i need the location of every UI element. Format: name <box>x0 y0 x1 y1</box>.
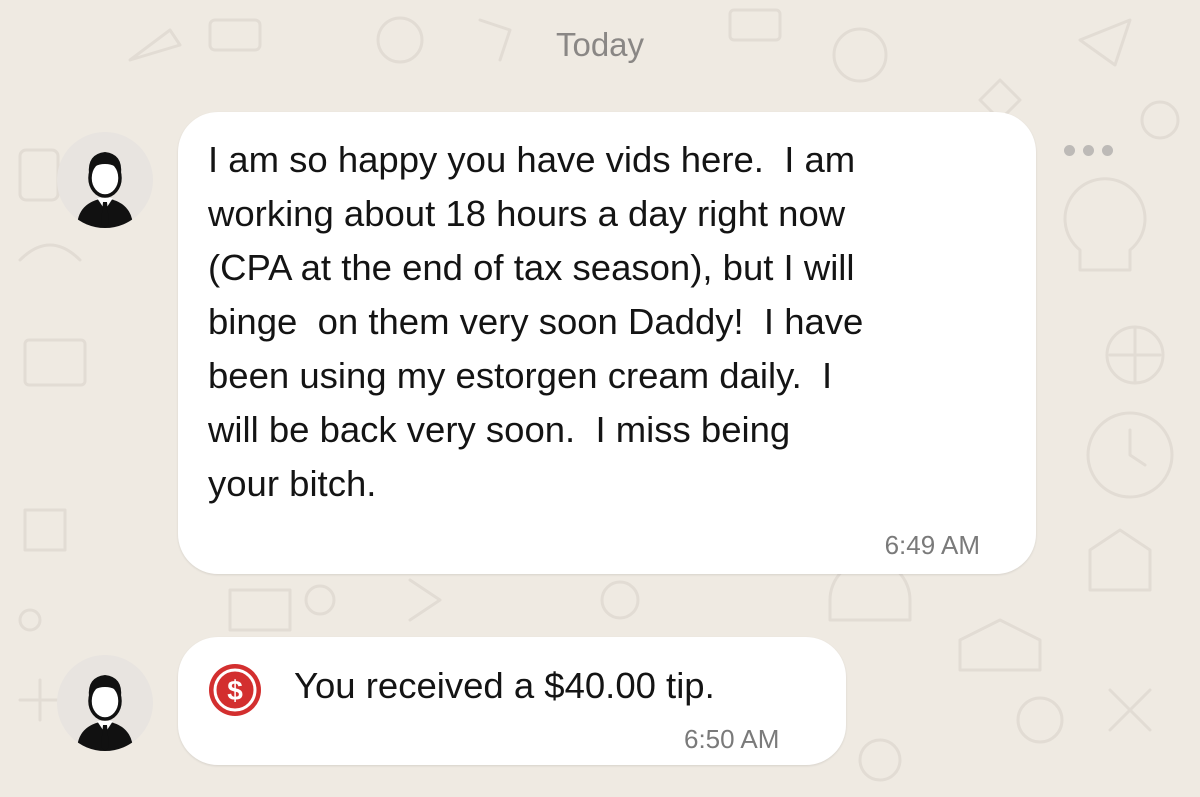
dollar-circle-icon: $ <box>207 662 263 718</box>
message-text: I am so happy you have vids here. I am w… <box>208 139 864 504</box>
message-timestamp: 6:50 AM <box>684 724 780 754</box>
tip-message-text: You received a $40.00 tip. <box>294 665 715 706</box>
message-bubble[interactable]: I am so happy you have vids here. I am w… <box>178 112 1036 574</box>
businessman-avatar-icon <box>77 675 133 751</box>
message-timestamp: 6:49 AM <box>884 530 980 560</box>
svg-text:$: $ <box>227 675 243 706</box>
businessman-avatar-icon <box>77 152 133 228</box>
tip-message-bubble[interactable]: 6:50 AM You received a $40.00 tip. <box>178 637 846 765</box>
date-divider: Today <box>555 26 645 63</box>
more-options-button[interactable] <box>1064 140 1114 162</box>
sender-avatar[interactable] <box>57 655 153 751</box>
sender-avatar[interactable] <box>57 132 153 228</box>
